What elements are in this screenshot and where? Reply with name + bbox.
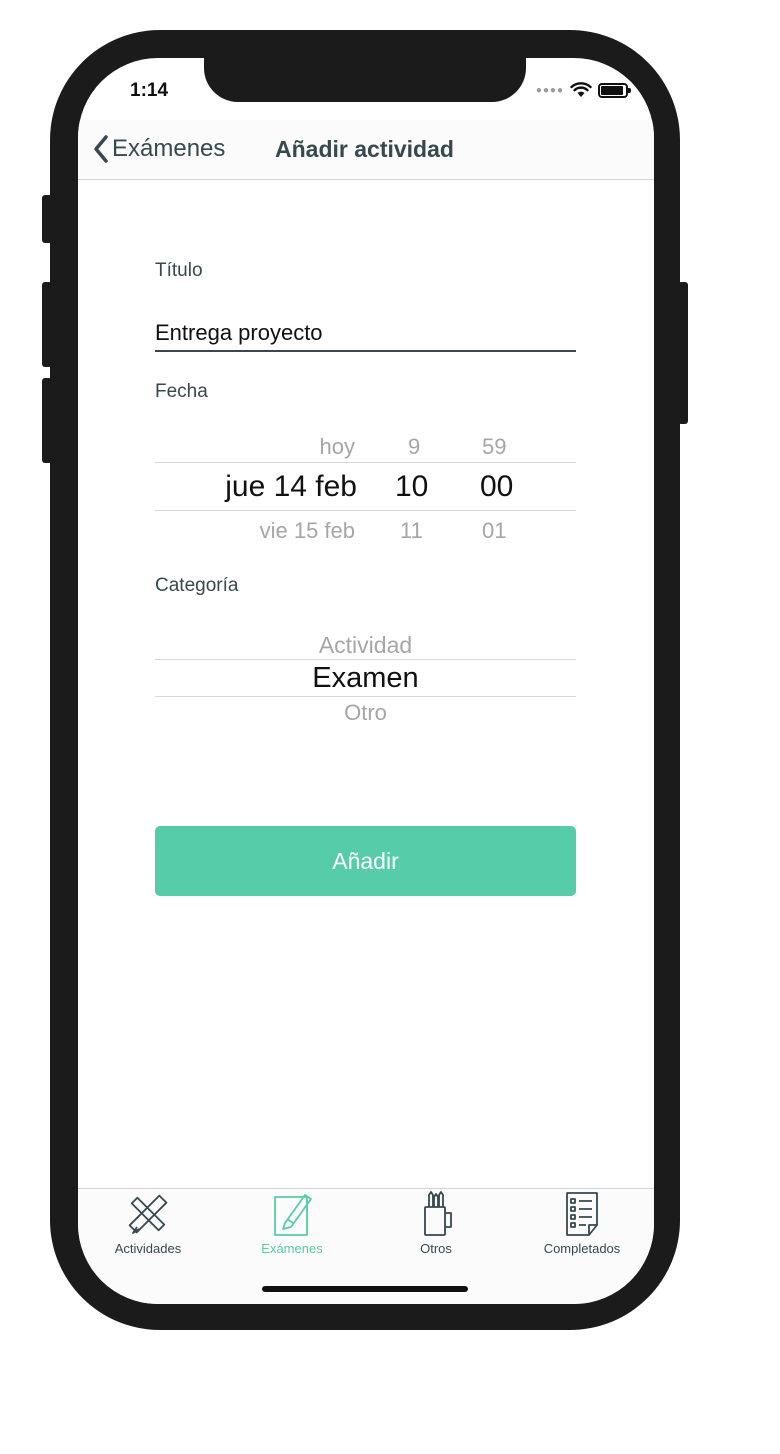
tab-examenes[interactable]: Exámenes <box>244 1189 340 1256</box>
picker-divider <box>155 462 576 463</box>
category-option-above[interactable]: Actividad <box>155 632 576 659</box>
minute-option-below[interactable]: 01 <box>482 518 506 544</box>
date-label: Fecha <box>155 381 208 402</box>
tab-completados[interactable]: Completados <box>534 1189 630 1256</box>
battery-icon <box>598 82 631 98</box>
checklist-icon <box>566 1192 598 1236</box>
app-screen: 1:14 ●●●● Exámenes Añadir actividad Títu… <box>78 58 654 1304</box>
signal-icon: ●●●● <box>535 84 564 96</box>
picker-divider <box>155 659 576 660</box>
minute-option-selected[interactable]: 00 <box>480 470 513 504</box>
tab-otros[interactable]: Otros <box>388 1189 484 1256</box>
tab-label: Otros <box>420 1241 452 1256</box>
minute-option-above[interactable]: 59 <box>482 434 506 460</box>
back-button[interactable]: Exámenes <box>92 134 225 164</box>
picker-divider <box>155 696 576 697</box>
pencil-ruler-icon <box>128 1194 168 1234</box>
date-option-selected[interactable]: jue 14 feb <box>225 470 357 504</box>
category-option-selected[interactable]: Examen <box>155 662 576 695</box>
hour-option-selected[interactable]: 10 <box>395 470 428 504</box>
volume-down-button <box>42 378 52 463</box>
date-option-below[interactable]: vie 15 feb <box>260 518 355 544</box>
status-icons: ●●●● <box>535 82 631 98</box>
category-picker[interactable]: Actividad Examen Otro <box>155 626 576 726</box>
navigation-bar: Exámenes Añadir actividad <box>78 120 654 180</box>
wifi-icon <box>570 82 592 97</box>
edit-paper-icon <box>274 1194 312 1236</box>
power-button <box>678 282 688 424</box>
status-time: 1:14 <box>130 80 169 101</box>
picker-divider <box>155 510 576 511</box>
category-label: Categoría <box>155 575 239 596</box>
mute-switch <box>42 195 52 243</box>
page-title: Añadir actividad <box>275 136 454 162</box>
date-time-picker[interactable]: hoy 9 59 jue 14 feb 10 00 vie 15 feb 11 … <box>155 424 576 544</box>
hour-option-above[interactable]: 9 <box>408 434 420 460</box>
tab-label: Actividades <box>114 1241 182 1256</box>
title-input[interactable] <box>155 316 576 352</box>
notch <box>204 58 526 102</box>
back-button-label: Exámenes <box>112 135 226 162</box>
home-indicator[interactable] <box>262 1286 468 1292</box>
tab-label: Exámenes <box>261 1241 323 1256</box>
chevron-left-icon <box>94 135 108 163</box>
category-option-below[interactable]: Otro <box>155 700 576 726</box>
date-option-above[interactable]: hoy <box>320 434 355 460</box>
pencil-cup-icon <box>424 1191 452 1236</box>
tab-actividades[interactable]: Actividades <box>100 1189 196 1256</box>
add-button[interactable]: Añadir <box>155 826 576 896</box>
hour-option-below[interactable]: 11 <box>400 518 423 544</box>
volume-up-button <box>42 282 52 367</box>
title-label: Título <box>155 260 203 281</box>
tab-label: Completados <box>543 1241 621 1256</box>
